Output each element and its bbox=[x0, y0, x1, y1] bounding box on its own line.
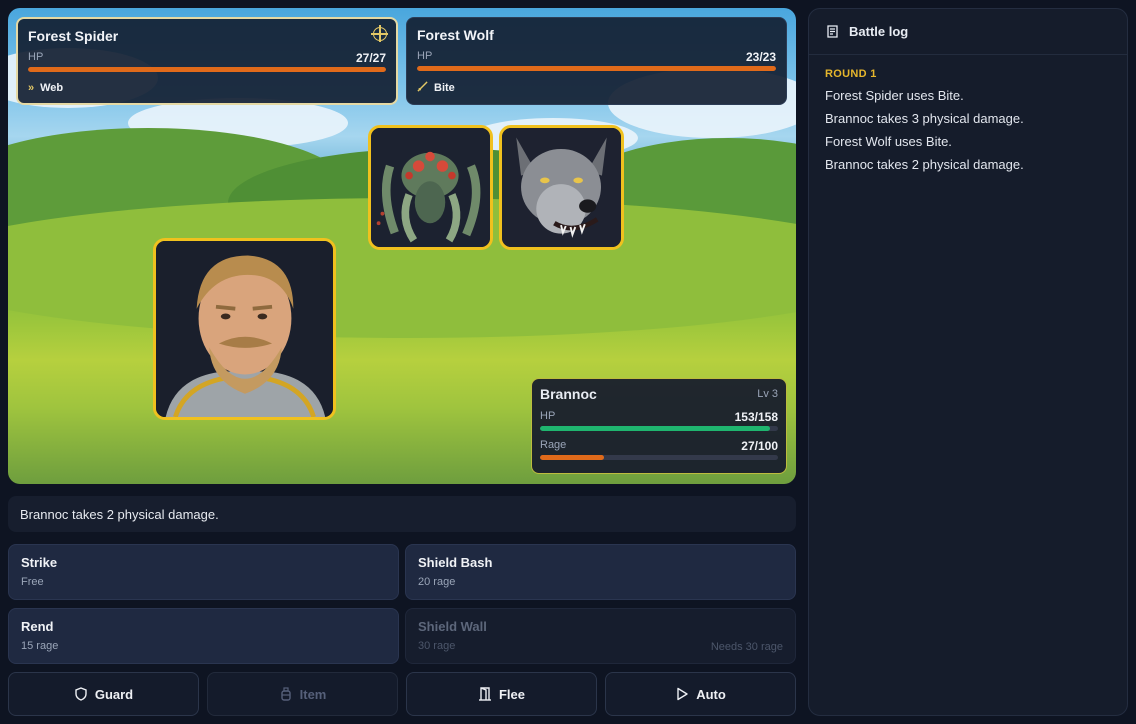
forest-wolf-portrait[interactable] bbox=[499, 125, 624, 250]
enemy-name: Forest Wolf bbox=[417, 27, 494, 43]
ability-cost: 20 rage bbox=[418, 576, 456, 588]
enemy-name: Forest Spider bbox=[28, 28, 119, 44]
web-chevron-icon: » bbox=[28, 82, 35, 94]
round-label: ROUND 1 bbox=[825, 68, 877, 80]
guard-button[interactable]: Guard bbox=[8, 672, 199, 716]
auto-label: Auto bbox=[696, 686, 726, 702]
item-label: Item bbox=[299, 686, 327, 702]
hp-value: 27/27 bbox=[355, 51, 386, 65]
ability-requirement: Needs 30 rage bbox=[710, 641, 783, 653]
ability-cost: 15 rage bbox=[21, 640, 59, 652]
player-name: Brannoc bbox=[540, 386, 597, 402]
battle-log-header: Battle log bbox=[809, 9, 1127, 55]
player-status-card: Brannoc Lv 3 HP 153/158 Rage 27/100 bbox=[531, 378, 787, 474]
status-label: Bite bbox=[434, 82, 455, 94]
potion-icon bbox=[279, 687, 293, 701]
hp-bar bbox=[540, 426, 778, 431]
battle-log-title: Battle log bbox=[849, 24, 909, 39]
hp-value: 153/158 bbox=[734, 410, 778, 424]
ability-name: Rend bbox=[21, 619, 54, 634]
scroll-icon bbox=[825, 24, 840, 39]
enemy-card-forest-spider[interactable]: Forest Spider HP 27/27 » Web bbox=[16, 17, 398, 105]
hp-label: HP bbox=[540, 410, 556, 422]
ability-shield-wall-button[interactable]: Shield Wall 30 rage Needs 30 rage bbox=[405, 608, 796, 664]
status-effect: » Web bbox=[28, 82, 386, 94]
flee-button[interactable]: Flee bbox=[406, 672, 597, 716]
log-entry: Brannoc takes 3 physical damage. bbox=[825, 111, 1024, 126]
ability-rend-button[interactable]: Rend 15 rage bbox=[8, 608, 399, 664]
ability-cost: Free bbox=[21, 576, 44, 588]
ability-strike-button[interactable]: Strike Free bbox=[8, 544, 399, 600]
item-button[interactable]: Item bbox=[207, 672, 398, 716]
battle-message: Brannoc takes 2 physical damage. bbox=[8, 496, 796, 532]
ability-name: Shield Wall bbox=[418, 619, 487, 634]
status-effect: Bite bbox=[417, 81, 776, 95]
play-icon bbox=[675, 687, 689, 701]
brannoc-portrait bbox=[153, 238, 336, 420]
guard-label: Guard bbox=[94, 686, 134, 702]
rage-label: Rage bbox=[540, 439, 567, 451]
forest-spider-portrait[interactable] bbox=[368, 125, 493, 250]
sword-icon bbox=[417, 81, 428, 95]
log-entry: Forest Wolf uses Bite. bbox=[825, 134, 952, 149]
hp-bar bbox=[417, 66, 776, 71]
battle-scene: Forest Spider HP 27/27 » Web Forest Wolf… bbox=[8, 8, 796, 484]
hp-bar-fill bbox=[540, 426, 771, 431]
hp-bar-fill bbox=[28, 67, 386, 72]
ability-shield-bash-button[interactable]: Shield Bash 20 rage bbox=[405, 544, 796, 600]
hp-bar bbox=[28, 67, 386, 72]
hp-label: HP bbox=[417, 50, 433, 62]
rage-value: 27/100 bbox=[741, 439, 778, 453]
shield-icon bbox=[74, 687, 88, 701]
ability-name: Strike bbox=[21, 555, 58, 570]
target-crosshair-icon bbox=[371, 25, 388, 42]
ability-name: Shield Bash bbox=[418, 555, 493, 570]
enemy-card-forest-wolf[interactable]: Forest Wolf HP 23/23 Bite bbox=[406, 17, 787, 105]
hp-value: 23/23 bbox=[745, 50, 776, 64]
hp-bar-fill bbox=[417, 66, 776, 71]
battle-log-body: ROUND 1 Forest Spider uses Bite. Brannoc… bbox=[809, 55, 1127, 185]
hp-label: HP bbox=[28, 51, 44, 63]
battle-log-panel: Battle log ROUND 1 Forest Spider uses Bi… bbox=[808, 8, 1128, 716]
log-entry: Forest Spider uses Bite. bbox=[825, 88, 964, 103]
rage-bar bbox=[540, 455, 778, 460]
door-icon bbox=[478, 687, 492, 701]
rage-bar-fill bbox=[540, 455, 605, 460]
auto-button[interactable]: Auto bbox=[605, 672, 796, 716]
flee-label: Flee bbox=[498, 686, 525, 702]
player-level: Lv 3 bbox=[757, 388, 778, 400]
log-entry: Brannoc takes 2 physical damage. bbox=[825, 157, 1024, 172]
status-label: Web bbox=[40, 82, 64, 94]
